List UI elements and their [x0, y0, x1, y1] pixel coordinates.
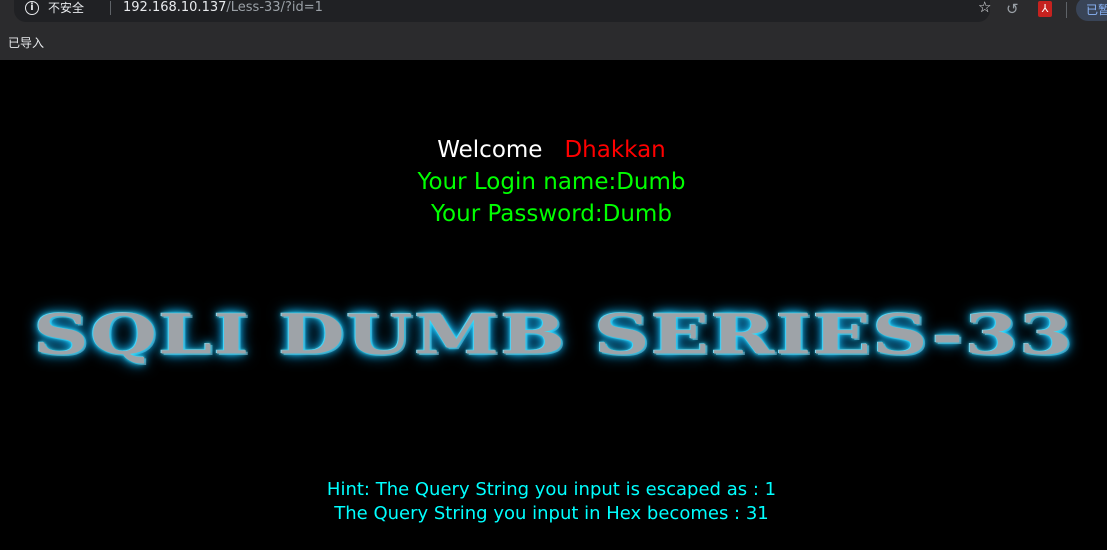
welcome-text: Welcome	[437, 137, 543, 163]
page-content: Welcome Dhakkan Your Login name:Dumb Your…	[0, 60, 1107, 550]
url-host: 192.168.10.137	[123, 0, 227, 15]
login-name-line: Your Login name:Dumb	[417, 169, 686, 195]
history-icon[interactable]: ↺	[1006, 0, 1019, 18]
info-icon[interactable]: i	[25, 1, 39, 15]
hint-escaped-line: Hint: The Query String you input is esca…	[326, 479, 777, 500]
password-line: Your Password:Dumb	[431, 201, 672, 227]
toolbar-divider	[1066, 2, 1067, 18]
address-bar[interactable]: i 不安全 192.168.10.137/Less-33/?id=1 ☆	[14, 0, 991, 22]
security-label[interactable]: 不安全	[48, 0, 84, 16]
pdf-icon[interactable]: ⅄	[1038, 1, 1052, 17]
star-icon[interactable]: ☆	[978, 0, 991, 16]
welcome-block: Welcome Dhakkan Your Login name:Dumb Your…	[0, 134, 1103, 230]
hint-hex-line: The Query String you input in Hex become…	[334, 503, 769, 524]
welcome-name: Dhakkan	[564, 137, 666, 163]
bookmark-imported[interactable]: 已导入	[8, 35, 44, 51]
omnibox-divider	[110, 1, 111, 15]
url-text[interactable]: 192.168.10.137/Less-33/?id=1	[123, 0, 323, 16]
url-path: /Less-33/?id=1	[226, 0, 323, 15]
address-row: i 不安全 192.168.10.137/Less-33/?id=1 ☆ ↺ ⅄…	[0, 0, 1107, 22]
browser-chrome: i 不安全 192.168.10.137/Less-33/?id=1 ☆ ↺ ⅄…	[0, 0, 1107, 60]
profile-button[interactable]: 已暂	[1076, 0, 1107, 21]
series-title-banner: SQLI DUMB SERIES-33	[33, 302, 1074, 368]
hint-block: Hint: The Query String you input is esca…	[0, 478, 1103, 526]
